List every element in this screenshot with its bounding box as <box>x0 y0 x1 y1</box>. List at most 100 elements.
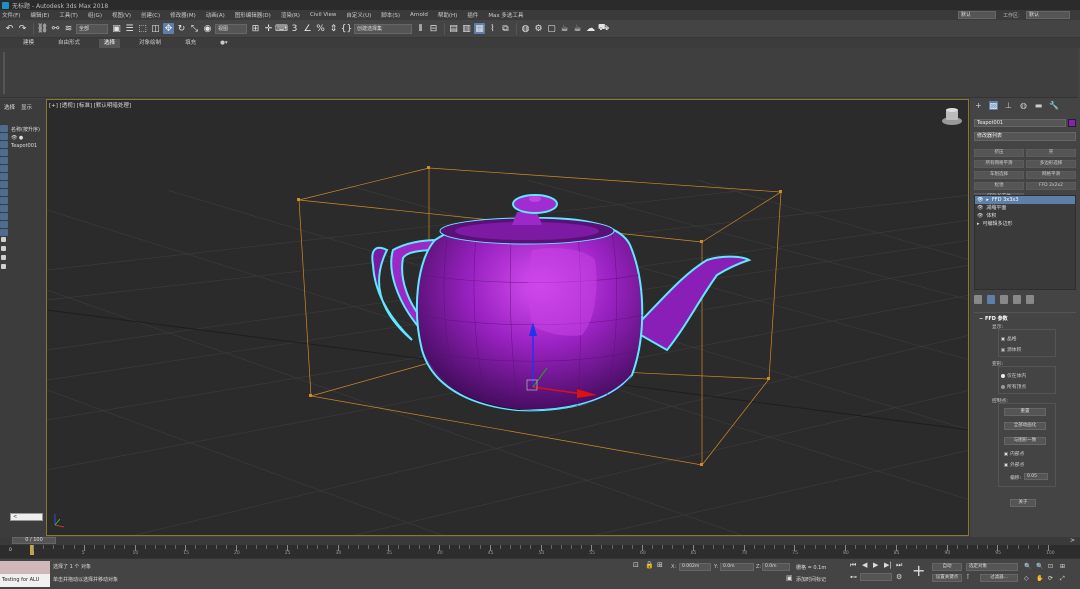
a360-icon[interactable]: ⛟ <box>598 23 609 34</box>
named-selection-dropdown[interactable]: 创建选择集 <box>354 23 412 34</box>
orbit-icon[interactable]: ⟳ <box>1048 575 1053 582</box>
filter-layer-icon[interactable] <box>1 264 6 269</box>
selection-filter-dropdown[interactable]: 全部 <box>76 23 108 34</box>
add-time-tag[interactable]: 添加时间标记 <box>796 576 826 583</box>
fov-icon[interactable]: ◇ <box>1024 575 1029 582</box>
key-filters-icon[interactable]: ⊺ <box>966 573 970 581</box>
select-object-icon[interactable]: ▣ <box>111 23 122 34</box>
modifier-button[interactable]: 网格平滑 <box>1026 171 1076 179</box>
menu-edit[interactable]: 编辑(E) <box>30 11 49 19</box>
track-bar[interactable]: 0 0 5 10 15 20 25 30 35 40 45 50 55 60 65 70 75 80 85 90 95… <box>0 545 1080 558</box>
all-vertices-radio[interactable]: 所有顶点 <box>1001 383 1026 390</box>
filter-options-icon[interactable] <box>1 246 6 251</box>
outside-points-checkbox[interactable]: 外部点 <box>1004 461 1024 468</box>
object-name-field[interactable]: Teapot001 <box>974 119 1066 127</box>
menu-create[interactable]: 创建(C) <box>141 11 160 19</box>
explorer-scrollbar[interactable]: < <box>10 513 43 521</box>
hierarchy-tab-icon[interactable]: ⊥ <box>1004 101 1013 110</box>
z-coordinate-field[interactable]: 0.0m <box>762 563 790 571</box>
menu-multiselect[interactable]: Max 多选工具 <box>488 11 523 19</box>
menu-rendering[interactable]: 渲染(R) <box>281 11 300 19</box>
inside-points-checkbox[interactable]: 内部点 <box>1004 450 1024 457</box>
ribbon-toggle-icon[interactable]: ▦ <box>474 23 485 34</box>
go-to-start-icon[interactable]: ⏮ <box>850 561 856 570</box>
y-coordinate-field[interactable]: 0.0m <box>720 563 754 571</box>
undo-icon[interactable]: ↶ <box>4 23 15 34</box>
time-slider-handle[interactable]: 0 / 100 <box>12 537 56 544</box>
isolate-icon[interactable]: ⊡ <box>633 561 639 569</box>
tree-item-teapot[interactable]: 👁 ● Teapot001 <box>11 134 46 150</box>
modify-tab-icon[interactable]: ▨ <box>989 101 998 110</box>
reference-coord-dropdown[interactable]: 视图 <box>215 23 247 34</box>
filter-helpers-icon[interactable] <box>0 157 8 164</box>
only-in-volume-radio[interactable]: 仅在体内 <box>1001 372 1026 379</box>
tab-populate[interactable]: 填充 <box>180 39 201 48</box>
select-scale-icon[interactable]: ⤡ <box>189 23 200 34</box>
stack-item[interactable]: 👁 ▸ FFD 3x3x3 <box>975 196 1075 204</box>
redo-icon[interactable]: ↷ <box>17 23 28 34</box>
modifier-button[interactable]: 车削选择 <box>974 171 1024 179</box>
maxscript-input[interactable] <box>0 561 50 574</box>
zoom-extents-all-icon[interactable]: ⊞ <box>1060 563 1065 570</box>
offset-spinner[interactable]: 0.05 <box>1024 473 1048 480</box>
viewcube-icon[interactable] <box>942 108 962 125</box>
layer-explorer-icon[interactable]: ▥ <box>461 23 472 34</box>
filter-cameras-icon[interactable] <box>0 149 8 156</box>
angle-snap-icon[interactable]: ∠ <box>302 23 313 34</box>
unlink-icon[interactable]: ⚯ <box>50 23 61 34</box>
x-coordinate-field[interactable]: 0.002m <box>679 563 711 571</box>
rollout-title[interactable]: − FFD 参数 <box>974 313 1076 324</box>
modifier-button[interactable]: 挤压 <box>974 149 1024 157</box>
select-by-name-icon[interactable]: ☰ <box>124 23 135 34</box>
menu-modifiers[interactable]: 修改器(M) <box>170 11 196 19</box>
stack-item[interactable]: ▸ 可编辑多边形 <box>975 220 1075 228</box>
modifier-button[interactable]: 所有网格平滑 <box>974 160 1024 168</box>
menu-file[interactable]: 文件(F) <box>2 11 20 19</box>
modifier-button[interactable]: 多边形选择 <box>1026 160 1076 168</box>
previous-frame-icon[interactable]: ◀ <box>862 561 867 569</box>
make-unique-icon[interactable] <box>1000 295 1008 304</box>
menu-animation[interactable]: 动画(A) <box>206 11 225 19</box>
remove-modifier-icon[interactable] <box>1013 295 1021 304</box>
tab-object-paint[interactable]: 对象绘制 <box>134 39 166 48</box>
lattice-checkbox[interactable]: 晶格 <box>1001 335 1017 342</box>
filter-none-icon[interactable] <box>0 229 8 236</box>
modifier-button[interactable]: 壳 <box>1026 149 1076 157</box>
maximize-viewport-icon[interactable]: ⤢ <box>1060 575 1065 583</box>
maxscript-listener[interactable]: Testing for ALU <box>0 561 50 587</box>
modifier-list-dropdown[interactable]: 修改器列表 <box>974 132 1076 141</box>
select-rotate-icon[interactable]: ↻ <box>176 23 187 34</box>
workspace-select[interactable]: 默认 <box>1026 11 1070 19</box>
explorer-tab-display[interactable]: 显示 <box>21 103 32 111</box>
align-icon[interactable]: ⊟ <box>428 23 439 34</box>
filter-spacewarps-icon[interactable] <box>0 165 8 172</box>
menu-help[interactable]: 帮助(H) <box>438 11 457 19</box>
render-setup-icon[interactable]: ⚙ <box>533 23 544 34</box>
schematic-view-icon[interactable]: ⧉ <box>500 23 511 34</box>
reset-button[interactable]: 重置 <box>1004 408 1046 416</box>
lock-selection-icon[interactable]: 🔒 <box>645 561 654 569</box>
show-end-result-icon[interactable] <box>987 295 995 304</box>
filter-invert-icon[interactable] <box>1 237 6 242</box>
modifier-button[interactable]: FFD 2x2x2 <box>1026 182 1076 190</box>
ribbon-options-icon[interactable]: ●▾ <box>215 39 233 48</box>
rendered-frame-icon[interactable]: ▢ <box>546 23 557 34</box>
menu-views[interactable]: 视图(V) <box>112 11 131 19</box>
select-move-icon[interactable]: ✥ <box>163 23 174 34</box>
curve-editor-icon[interactable]: ⌇ <box>487 23 498 34</box>
maxscript-output[interactable]: Testing for ALU <box>0 574 50 587</box>
filter-hidden-icon[interactable] <box>0 213 8 220</box>
current-frame-field[interactable] <box>860 573 892 581</box>
play-icon[interactable]: ▶ <box>873 561 878 569</box>
workspace-dropdown[interactable]: 默认 <box>958 11 996 19</box>
filter-funnel-icon[interactable] <box>1 255 6 260</box>
create-tab-icon[interactable]: + <box>974 101 983 110</box>
filter-frozen-icon[interactable] <box>0 205 8 212</box>
stack-item[interactable]: 👁 体积 <box>975 212 1075 220</box>
stack-item[interactable]: 👁 减缩平面 <box>975 204 1075 212</box>
display-tab-icon[interactable]: ▬ <box>1034 101 1043 110</box>
ribbon-grip[interactable] <box>3 52 5 94</box>
utilities-tab-icon[interactable]: 🔧 <box>1049 101 1059 110</box>
configure-sets-icon[interactable] <box>1026 295 1034 304</box>
modifier-button[interactable]: 松弛 <box>974 182 1024 190</box>
